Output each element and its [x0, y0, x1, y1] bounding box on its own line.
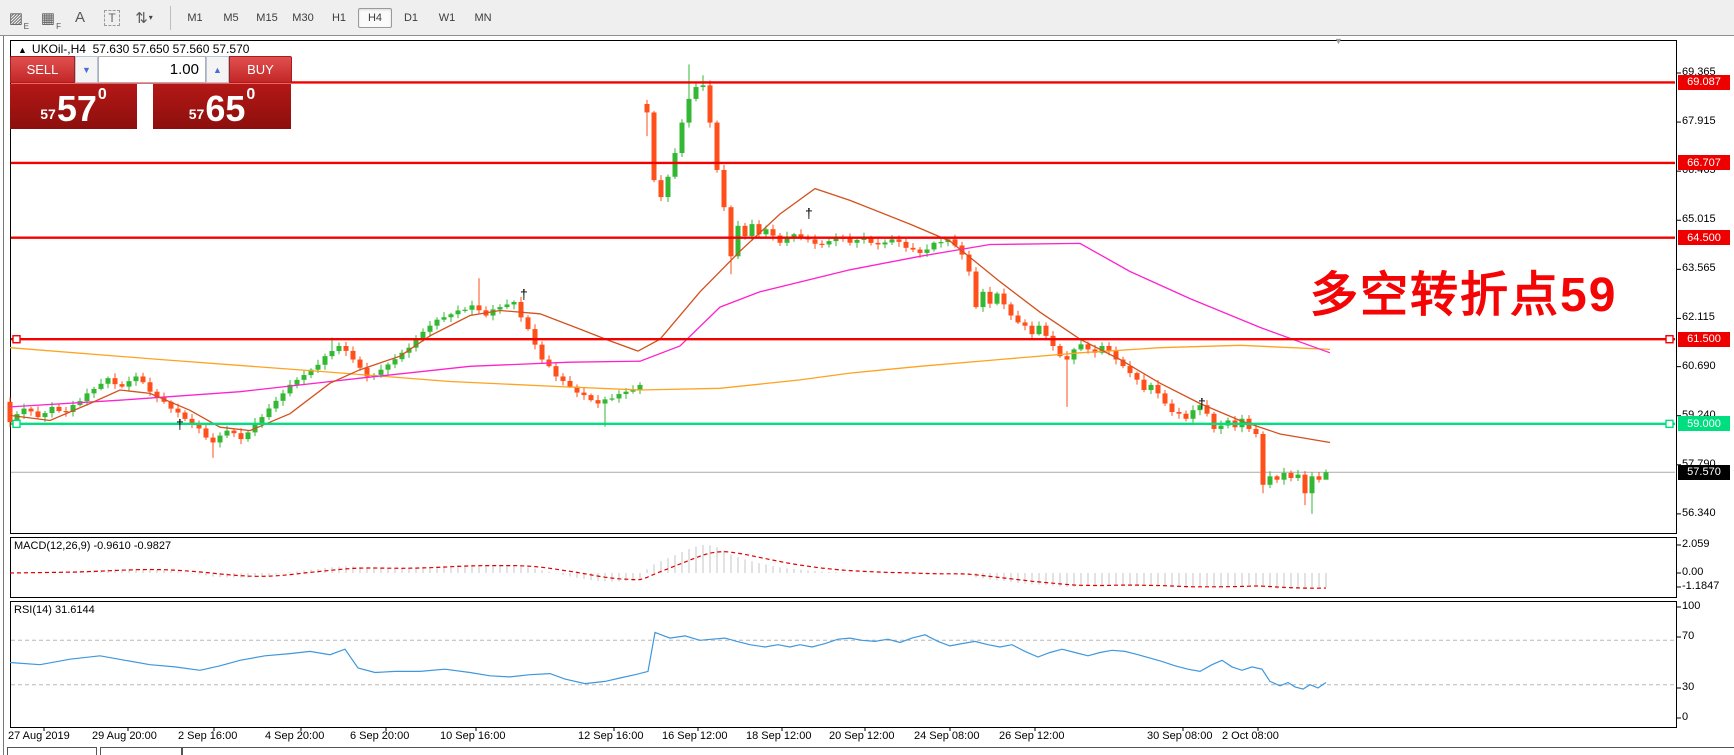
macd-axis-label: 2.059: [1682, 538, 1710, 550]
sell-price-quote[interactable]: 57 57 0: [10, 84, 137, 129]
time-axis-label[interactable]: 24 Sep 08:00: [914, 730, 979, 742]
dagger-mark-icon: †: [176, 416, 184, 432]
time-axis-label[interactable]: 30 Sep 08:00: [1147, 730, 1212, 742]
rsi-axis-label: 100: [1682, 600, 1700, 612]
sell-price-small: 57: [40, 102, 56, 126]
price-level-badge: 61.500: [1678, 332, 1730, 347]
ohlc-values: 57.630 57.650 57.560 57.570: [93, 42, 250, 56]
chart-tab[interactable]: [182, 747, 1734, 755]
rsi-axis-label: 70: [1682, 630, 1694, 642]
dagger-mark-icon: †: [1198, 395, 1206, 411]
volume-input[interactable]: [98, 56, 206, 83]
symbol-title: UKOil-,H4: [32, 42, 86, 56]
chart-tab[interactable]: [100, 747, 182, 755]
sell-button[interactable]: SELL: [10, 56, 75, 83]
price-level-badge: 66.707: [1678, 155, 1730, 170]
price-axis-label: 67.915: [1682, 115, 1716, 127]
rsi-line: [10, 633, 1326, 690]
price-axis-label: 56.340: [1682, 507, 1716, 519]
time-axis-label[interactable]: 12 Sep 16:00: [578, 730, 643, 742]
rsi-axis-label: 0: [1682, 711, 1688, 723]
price-axis-label: 60.690: [1682, 360, 1716, 372]
macd-axis-label: -1.1847: [1682, 580, 1719, 592]
sell-price-sup: 0: [98, 86, 107, 104]
chart-shift-marker-icon[interactable]: ▼: [1334, 36, 1343, 46]
price-level-badge: 69.087: [1678, 75, 1730, 90]
buy-button[interactable]: BUY: [229, 56, 292, 83]
buy-price-small: 57: [189, 102, 205, 126]
price-level-badge: 59.000: [1678, 416, 1730, 431]
dagger-mark-icon: †: [520, 286, 528, 302]
price-axis-label: 65.015: [1682, 213, 1716, 225]
time-axis-label[interactable]: 18 Sep 12:00: [746, 730, 811, 742]
macd-label: MACD(12,26,9) -0.9610 -0.9827: [14, 540, 171, 552]
rsi-axis-label: 30: [1682, 681, 1694, 693]
ma-fast-line: [10, 189, 1330, 443]
hline-handle[interactable]: [1666, 336, 1673, 343]
volume-increase-button[interactable]: ▲: [206, 56, 229, 83]
hline-handle[interactable]: [13, 420, 20, 427]
rsi-label: RSI(14) 31.6144: [14, 604, 95, 616]
buy-price-quote[interactable]: 57 65 0: [153, 84, 291, 129]
time-axis-label[interactable]: 27 Aug 2019: [8, 730, 70, 742]
price-axis-label: 63.565: [1682, 262, 1716, 274]
candles-bear-layer: [8, 81, 1322, 506]
hline-handle[interactable]: [13, 336, 20, 343]
dagger-mark-icon: †: [805, 205, 813, 221]
candles-bull-layer: [15, 64, 1329, 514]
time-axis-label[interactable]: 20 Sep 12:00: [829, 730, 894, 742]
price-level-badge: 64.500: [1678, 230, 1730, 245]
trading-terminal: ▨E▦FAT⇅▾M1M5M15M30H1H4D1W1MN ▲UKOil-,H4 …: [0, 0, 1734, 755]
time-axis-label[interactable]: 26 Sep 12:00: [999, 730, 1064, 742]
time-axis-label[interactable]: 10 Sep 16:00: [440, 730, 505, 742]
hline-handle[interactable]: [1666, 420, 1673, 427]
buy-price-sup: 0: [246, 86, 255, 104]
buy-price-big: 65: [205, 92, 245, 126]
time-axis-label[interactable]: 4 Sep 20:00: [265, 730, 324, 742]
chart-header: ▲ UKOil-,H4 57.630 57.650 57.560 57.570: [18, 42, 249, 56]
time-axis-label[interactable]: 2 Sep 16:00: [178, 730, 237, 742]
chart-text-annotation[interactable]: 多空转折点59: [1310, 255, 1617, 325]
collapse-triangle-icon[interactable]: ▲: [18, 45, 27, 55]
time-axis-label[interactable]: 6 Sep 20:00: [350, 730, 409, 742]
macd-axis-label: 0.00: [1682, 566, 1703, 578]
ma-mid-line: [10, 243, 1330, 407]
time-axis-label[interactable]: 16 Sep 12:00: [662, 730, 727, 742]
current-price-badge: 57.570: [1678, 465, 1730, 480]
macd-histogram: [10, 545, 1326, 589]
sell-price-big: 57: [57, 92, 97, 126]
time-axis-label[interactable]: 29 Aug 20:00: [92, 730, 157, 742]
price-axis-label: 62.115: [1682, 311, 1715, 323]
time-axis-label[interactable]: 2 Oct 08:00: [1222, 730, 1279, 742]
one-click-trade-widget: SELL ▼ ▲ BUY 57 57 0 57 65 0: [10, 56, 292, 129]
volume-decrease-button[interactable]: ▼: [75, 56, 98, 83]
chart-tab[interactable]: [7, 747, 97, 755]
